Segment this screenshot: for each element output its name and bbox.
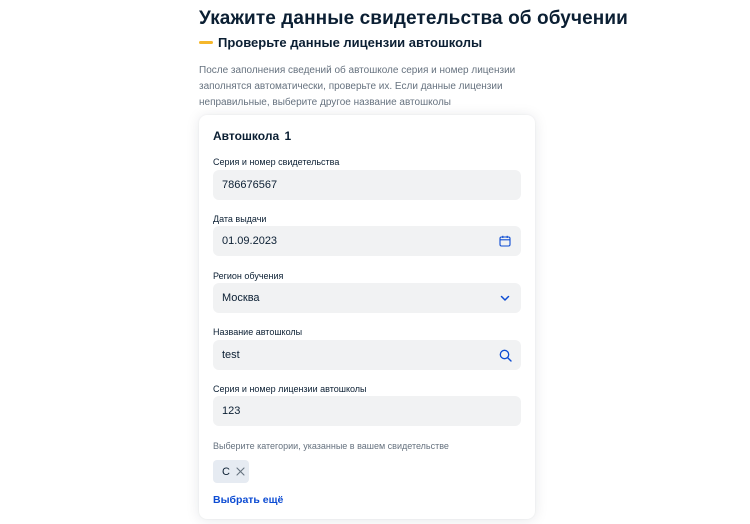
page-title: Укажите данные свидетельства об обучении — [199, 8, 628, 29]
certificate-number-value: 786676567 — [222, 179, 278, 191]
school-name-label: Название автошколы — [213, 327, 303, 337]
step-indicator: Проверьте данные лицензии автошколы — [199, 35, 482, 50]
driving-school-card: Автошкола 1 Серия и номер свидетельства … — [199, 115, 535, 519]
region-label: Регион обучения — [213, 271, 284, 281]
issue-date-label: Дата выдачи — [213, 214, 267, 224]
license-number-input[interactable]: 123 — [213, 396, 521, 426]
region-value: Москва — [222, 292, 260, 304]
intro-text: После заполнения сведений об автошколе с… — [199, 65, 516, 108]
issue-date-input[interactable]: 01.09.2023 — [213, 226, 521, 256]
license-number-value: 123 — [222, 405, 241, 417]
step-marker — [199, 41, 213, 44]
categories-hint: Выберите категории, указанные в вашем св… — [213, 441, 449, 451]
license-number-label: Серия и номер лицензии автошколы — [213, 384, 367, 394]
certificate-number-input[interactable]: 786676567 — [213, 170, 521, 200]
card-title: Автошкола 1 — [213, 129, 292, 143]
school-name-value: test — [222, 349, 240, 361]
close-icon[interactable] — [236, 467, 246, 477]
search-icon[interactable] — [498, 348, 512, 362]
chevron-down-icon[interactable] — [498, 291, 512, 305]
issue-date-value: 01.09.2023 — [222, 235, 278, 247]
region-select[interactable]: Москва — [213, 283, 521, 313]
school-name-input[interactable]: test — [213, 340, 521, 370]
category-chip: C — [213, 460, 249, 483]
calendar-icon[interactable] — [498, 234, 512, 248]
select-more-link[interactable]: Выбрать ещё — [213, 494, 283, 506]
step-label: Проверьте данные лицензии автошколы — [218, 35, 483, 50]
certificate-number-label: Серия и номер свидетельства — [213, 157, 340, 167]
category-chip-label: C — [222, 465, 230, 478]
